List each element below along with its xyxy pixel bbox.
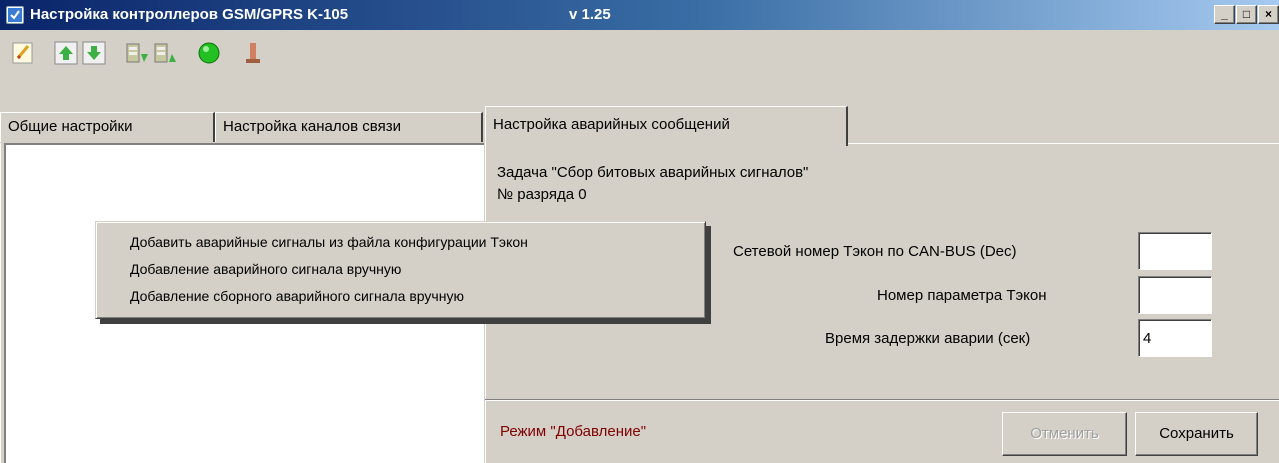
task-label: Задача "Сбор битовых аварийных сигналов" bbox=[497, 164, 809, 181]
window-title: Настройка контроллеров GSM/GPRS K-105 bbox=[30, 6, 349, 23]
menu-item-add-group-manual[interactable]: Добавление сборного аварийного сигнала в… bbox=[96, 283, 705, 310]
panel-separator bbox=[485, 399, 1279, 401]
param-number-input[interactable] bbox=[1138, 276, 1212, 314]
menu-item-add-from-config[interactable]: Добавить аварийные сигналы из файла конф… bbox=[96, 229, 705, 256]
close-button[interactable]: × bbox=[1258, 5, 1279, 24]
arrow-up-icon[interactable] bbox=[53, 40, 79, 66]
bit-number-label: № разряда 0 bbox=[497, 186, 587, 203]
maximize-button[interactable]: □ bbox=[1236, 5, 1257, 24]
new-icon[interactable] bbox=[10, 40, 36, 66]
tab-channels[interactable]: Настройка каналов связи bbox=[215, 112, 483, 142]
tab-general[interactable]: Общие настройки bbox=[0, 112, 215, 142]
can-bus-number-input[interactable] bbox=[1138, 232, 1212, 270]
db-import-icon[interactable] bbox=[124, 40, 150, 66]
title-bar[interactable]: Настройка контроллеров GSM/GPRS K-105 v … bbox=[0, 0, 1279, 30]
disconnect-icon[interactable] bbox=[240, 40, 266, 66]
mode-status: Режим "Добавление" bbox=[500, 423, 647, 440]
connect-green-icon[interactable] bbox=[196, 40, 222, 66]
tab-alarm-messages[interactable]: Настройка аварийных сообщений bbox=[485, 106, 848, 146]
app-icon bbox=[6, 6, 24, 24]
alarm-delay-input[interactable] bbox=[1138, 319, 1212, 357]
context-menu: Добавить аварийные сигналы из файла конф… bbox=[95, 221, 706, 319]
arrow-down-icon[interactable] bbox=[81, 40, 107, 66]
param-number-label: Номер параметра Тэкон bbox=[877, 287, 1047, 304]
save-button[interactable]: Сохранить bbox=[1135, 412, 1258, 456]
cancel-button[interactable]: Отменить bbox=[1002, 412, 1127, 456]
can-bus-number-label: Сетевой номер Тэкон по CAN-BUS (Dec) bbox=[733, 243, 1017, 260]
window-version: v 1.25 bbox=[569, 6, 611, 23]
menu-item-add-manual[interactable]: Добавление аварийного сигнала вручную bbox=[96, 256, 705, 283]
minimize-button[interactable]: _ bbox=[1214, 5, 1235, 24]
db-export-icon[interactable] bbox=[152, 40, 178, 66]
alarm-delay-label: Время задержки аварии (сек) bbox=[825, 330, 1031, 347]
